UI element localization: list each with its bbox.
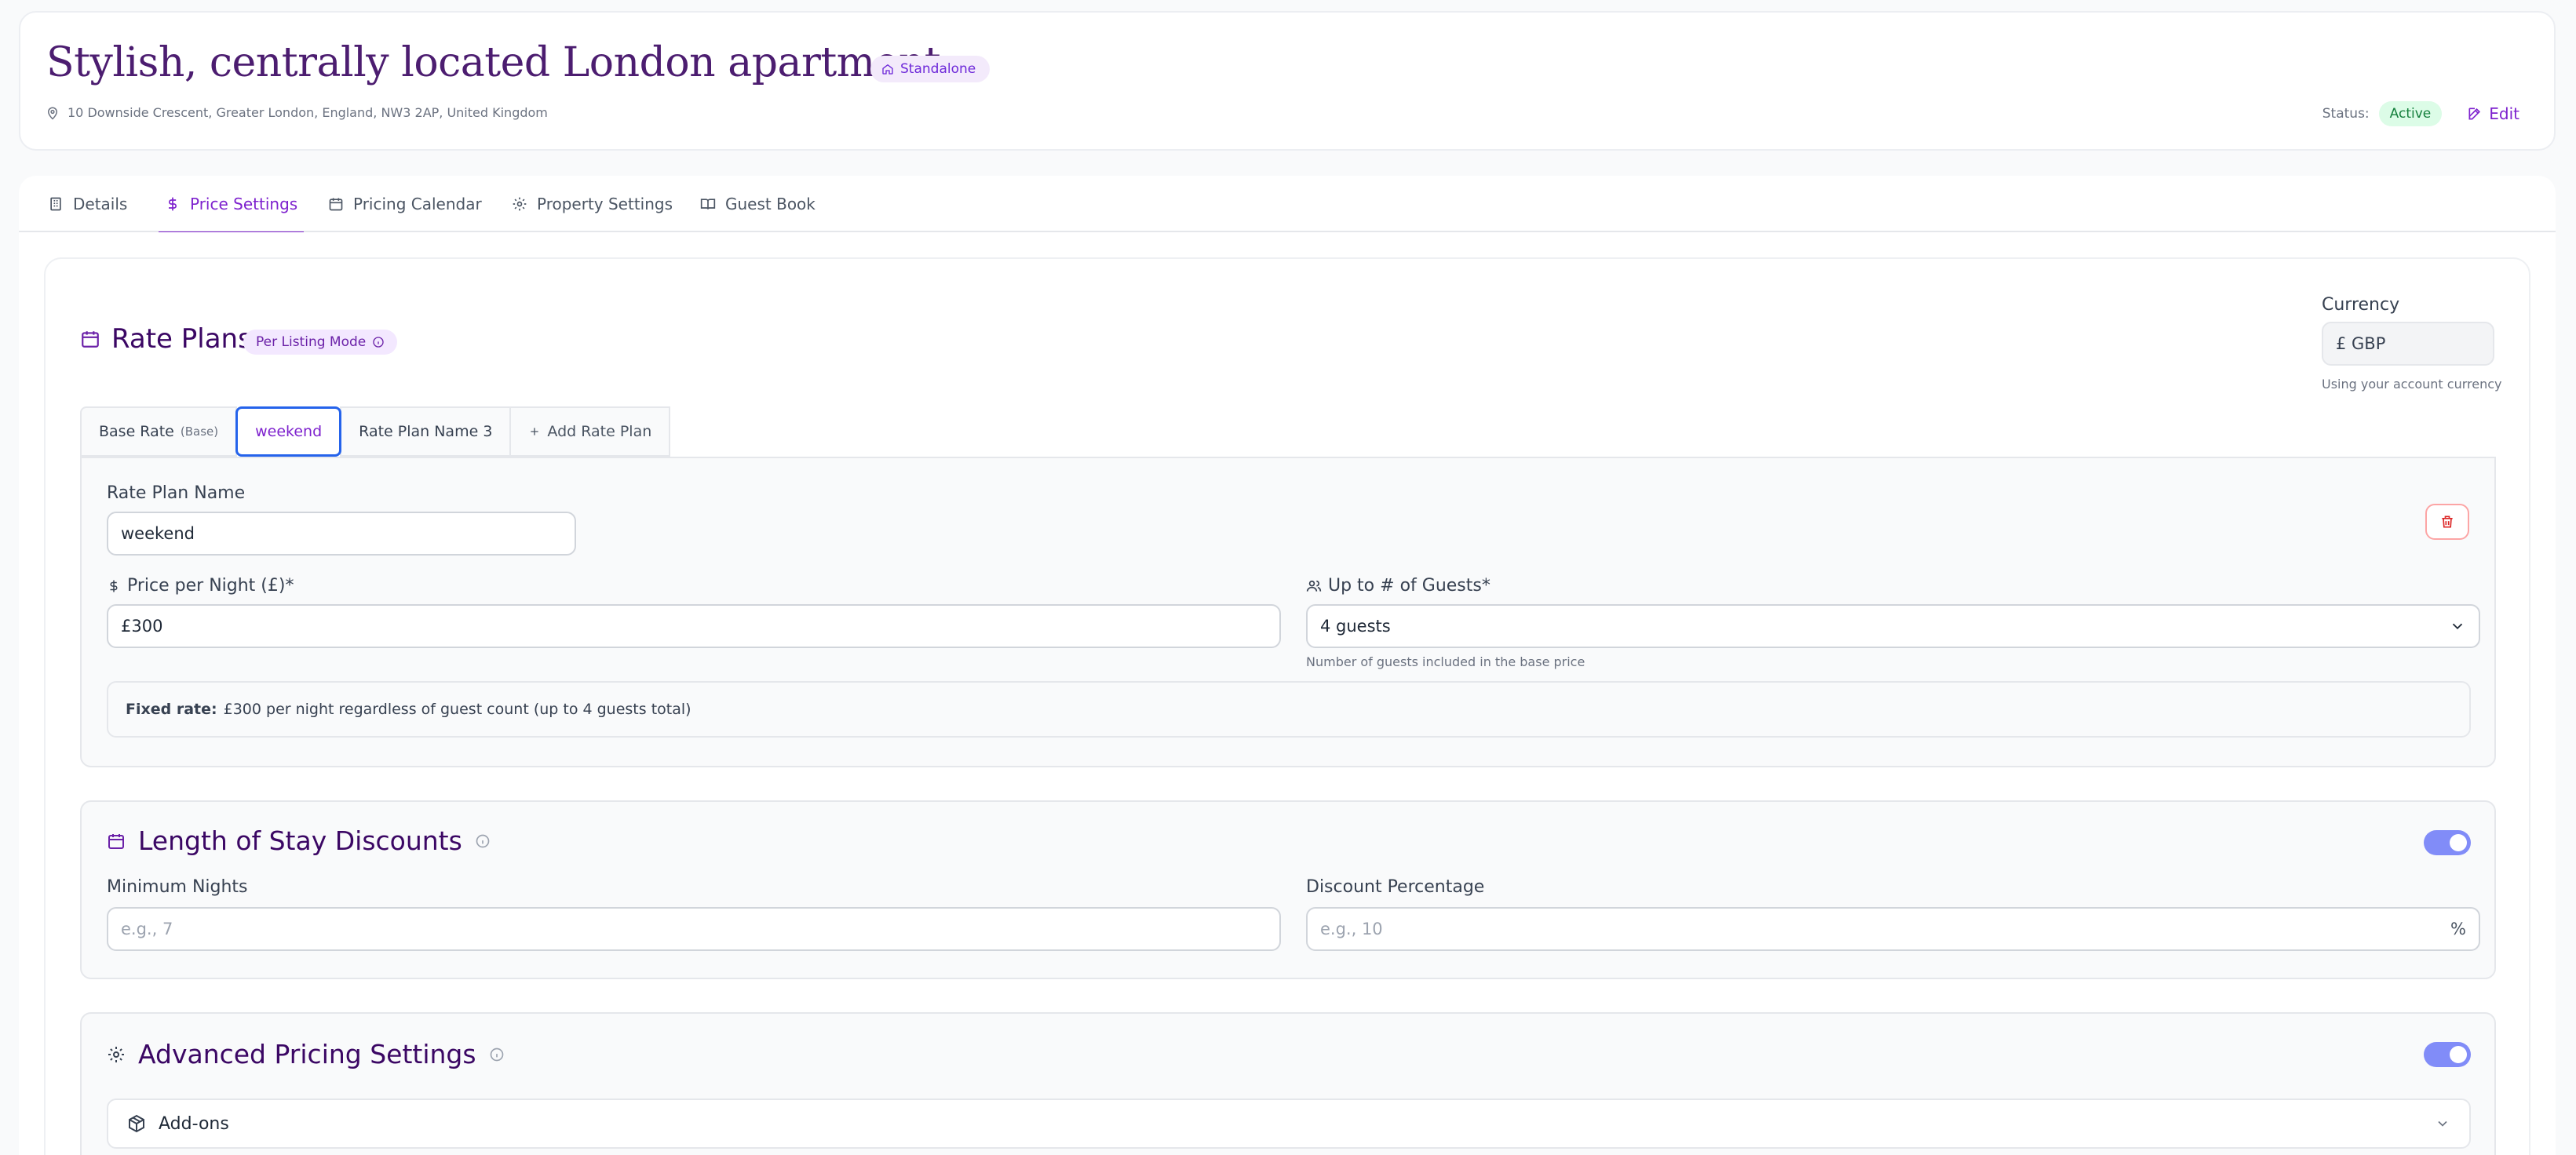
- currency-label: Currency: [2322, 295, 2400, 315]
- rate-plans-title: Rate Plans: [111, 323, 252, 355]
- minimum-nights-input[interactable]: e.g., 7: [107, 907, 1281, 951]
- plan-tab-rate-plan-3[interactable]: Rate Plan Name 3: [340, 406, 512, 457]
- discount-percentage-input[interactable]: e.g., 10 %: [1306, 907, 2480, 951]
- book-icon: [700, 196, 716, 212]
- price-per-night-label: Price per Night (£)*: [107, 576, 294, 596]
- advanced-pricing-section: Advanced Pricing Settings Add-ons: [80, 1012, 2496, 1155]
- edit-icon: [2467, 106, 2483, 122]
- plan-tab-sub: (Base): [180, 424, 219, 439]
- edit-label: Edit: [2489, 104, 2519, 123]
- listing-address: 10 Downside Crescent, Greater London, En…: [46, 105, 548, 120]
- guests-select[interactable]: 4 guests: [1306, 604, 2480, 648]
- price-per-night-input[interactable]: £300: [107, 604, 1281, 648]
- advanced-pricing-title: Advanced Pricing Settings: [138, 1039, 476, 1069]
- addons-label: Add-ons: [159, 1113, 229, 1134]
- length-of-stay-section: Length of Stay Discounts Minimum Nights …: [80, 800, 2496, 979]
- plus-icon: [528, 425, 541, 438]
- rate-plan-name-label: Rate Plan Name: [107, 483, 246, 503]
- info-icon[interactable]: [489, 1047, 505, 1062]
- discount-percentage-label: Discount Percentage: [1306, 877, 1485, 897]
- plan-tab-weekend[interactable]: weekend: [235, 406, 342, 457]
- currency-field[interactable]: £ GBP: [2322, 322, 2494, 366]
- length-of-stay-title: Length of Stay Discounts: [138, 825, 462, 856]
- tab-pricing-calendar[interactable]: Pricing Calendar: [328, 176, 482, 232]
- currency-help: Using your account currency: [2322, 377, 2502, 392]
- plan-tab-label: weekend: [255, 423, 323, 440]
- info-icon[interactable]: [372, 336, 385, 348]
- listing-type-label: Standalone: [900, 61, 976, 77]
- mode-label: Per Listing Mode: [256, 334, 367, 350]
- map-pin-icon: [46, 106, 60, 120]
- calendar-icon: [80, 329, 100, 349]
- price-settings-panel: Rate Plans Per Listing Mode Currency £ G…: [19, 232, 2556, 1155]
- guests-help: Number of guests included in the base pr…: [1306, 654, 1585, 669]
- listing-header: Stylish, centrally located London apartm…: [19, 11, 2556, 151]
- rate-plan-tabs: Base Rate (Base) weekend Rate Plan Name …: [80, 406, 671, 457]
- dollar-icon: [107, 579, 121, 593]
- delete-rate-plan-button[interactable]: [2425, 504, 2469, 540]
- status-label: Status:: [2322, 106, 2370, 122]
- length-of-stay-toggle[interactable]: [2424, 830, 2471, 855]
- addons-accordion[interactable]: Add-ons: [107, 1099, 2471, 1149]
- rate-plan-editor: Rate Plan Name weekend Price per Night (…: [80, 457, 2496, 767]
- guests-label-text: Up to # of Guests*: [1328, 576, 1491, 596]
- users-icon: [1306, 578, 1322, 594]
- plan-tab-base-rate[interactable]: Base Rate (Base): [80, 406, 238, 457]
- tab-guest-book[interactable]: Guest Book: [700, 176, 815, 232]
- tab-label: Property Settings: [537, 195, 673, 213]
- plan-tab-label: Rate Plan Name 3: [359, 423, 493, 440]
- per-listing-mode-badge: Per Listing Mode: [243, 330, 398, 355]
- trash-icon: [2439, 514, 2455, 530]
- gear-icon: [107, 1045, 126, 1064]
- advanced-pricing-heading: Advanced Pricing Settings: [107, 1039, 505, 1069]
- calendar-icon: [107, 832, 126, 851]
- tab-property-settings[interactable]: Property Settings: [512, 176, 673, 232]
- address-text: 10 Downside Crescent, Greater London, En…: [68, 105, 548, 120]
- rate-plan-name-input[interactable]: weekend: [107, 512, 576, 556]
- tab-label: Details: [73, 195, 128, 213]
- minimum-nights-label: Minimum Nights: [107, 877, 248, 897]
- gear-icon: [512, 196, 527, 212]
- edit-button[interactable]: Edit: [2467, 104, 2519, 123]
- tab-price-settings[interactable]: Price Settings: [158, 176, 305, 234]
- fixed-rate-summary: Fixed rate: £300 per night regardless of…: [107, 681, 2471, 738]
- advanced-pricing-toggle[interactable]: [2424, 1042, 2471, 1067]
- discount-placeholder: e.g., 10: [1320, 920, 1383, 938]
- status-area: Status: Active Edit: [2322, 101, 2519, 126]
- add-rate-plan-label: Add Rate Plan: [547, 423, 652, 440]
- chevron-down-icon: [2449, 618, 2466, 635]
- page-title: Stylish, centrally located London apartm…: [46, 39, 941, 86]
- calendar-icon: [328, 196, 344, 212]
- price-settings-card: Rate Plans Per Listing Mode Currency £ G…: [44, 257, 2530, 1155]
- length-of-stay-heading: Length of Stay Discounts: [107, 825, 491, 856]
- tab-details[interactable]: Details: [48, 176, 127, 232]
- tab-label: Pricing Calendar: [353, 195, 482, 213]
- add-rate-plan-button[interactable]: Add Rate Plan: [509, 406, 671, 457]
- dollar-icon: [165, 196, 181, 212]
- tab-label: Guest Book: [725, 195, 815, 213]
- guests-select-value: 4 guests: [1320, 617, 1391, 636]
- plan-tab-label: Base Rate: [99, 423, 174, 440]
- fixed-rate-text: £300 per night regardless of guest count…: [223, 701, 691, 718]
- chevron-down-icon: [2435, 1116, 2450, 1131]
- fixed-rate-label: Fixed rate:: [126, 701, 217, 718]
- home-icon: [881, 63, 894, 75]
- package-icon: [127, 1114, 146, 1133]
- rate-plans-heading: Rate Plans: [80, 323, 252, 355]
- building-icon: [48, 196, 64, 212]
- percent-suffix: %: [2450, 920, 2466, 938]
- info-icon[interactable]: [475, 833, 491, 849]
- tab-label: Price Settings: [190, 195, 298, 213]
- price-label-text: Price per Night (£)*: [127, 576, 294, 596]
- listing-type-badge: Standalone: [870, 56, 991, 82]
- property-tabs: Details Price Settings Pricing Calendar …: [19, 176, 2556, 234]
- guests-label: Up to # of Guests*: [1306, 576, 1491, 596]
- status-badge: Active: [2378, 101, 2443, 126]
